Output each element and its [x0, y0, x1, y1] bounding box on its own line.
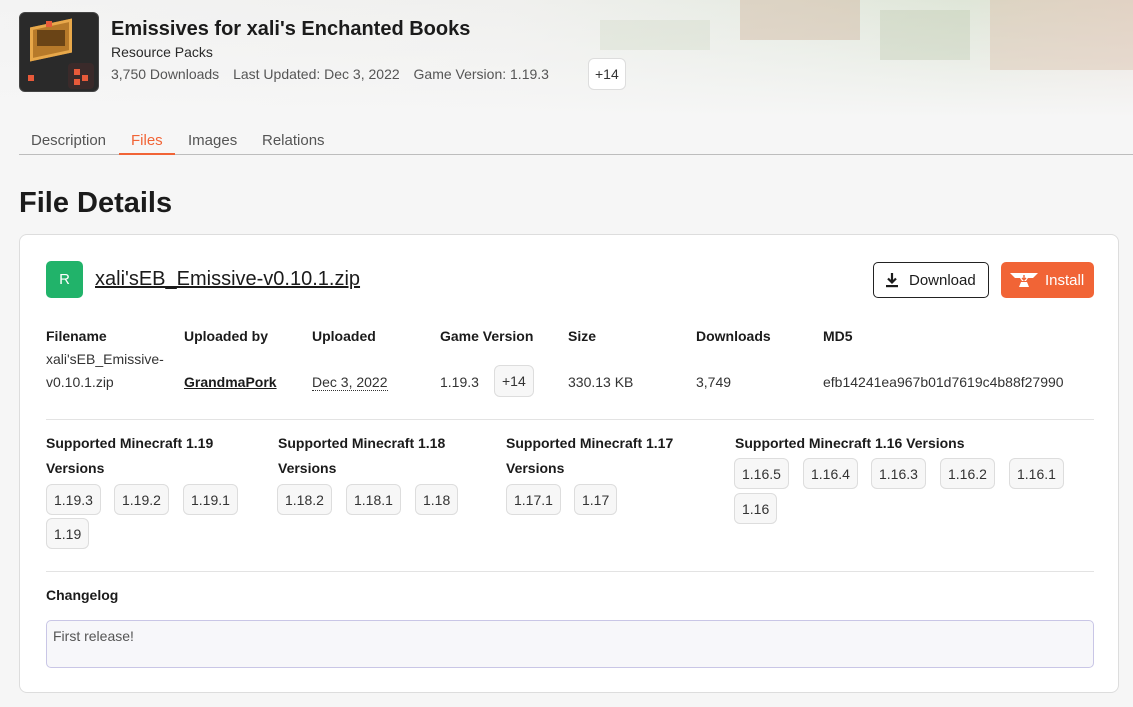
supported-119-title-line2: Versions — [46, 460, 105, 476]
version-tag[interactable]: 1.17.1 — [506, 484, 561, 515]
version-tag[interactable]: 1.16.3 — [871, 458, 926, 489]
tab-relations[interactable]: Relations — [262, 132, 325, 149]
value-filename-line1: xali'sEB_Emissive- — [46, 351, 164, 367]
supported-118-title-line2: Versions — [278, 460, 337, 476]
changelog-title: Changelog — [46, 587, 119, 603]
version-tag[interactable]: 1.16.1 — [1009, 458, 1064, 489]
version-tag[interactable]: 1.16.4 — [803, 458, 858, 489]
value-game-version: 1.19.3 — [440, 374, 479, 390]
value-size: 330.13 KB — [568, 374, 634, 390]
uploader-link[interactable]: GrandmaPork — [184, 374, 277, 390]
supported-117-title: Supported Minecraft 1.17 Versions — [506, 431, 673, 481]
tab-bar: Description Files Images Relations — [19, 128, 1133, 155]
supported-116-title: Supported Minecraft 1.16 Versions — [735, 431, 965, 456]
value-downloads: 3,749 — [696, 374, 732, 390]
game-version: Game Version: 1.19.3 — [413, 66, 549, 82]
supported-118-title: Supported Minecraft 1.18 Versions — [278, 431, 445, 481]
supported-119-title: Supported Minecraft 1.19 Versions — [46, 431, 213, 481]
tab-files[interactable]: Files — [131, 132, 163, 149]
supported-116-title-line1: Supported Minecraft 1.16 Versions — [735, 435, 965, 451]
file-more-versions-badge[interactable]: +14 — [494, 365, 534, 397]
version-tag[interactable]: 1.16.5 — [734, 458, 789, 489]
tab-description[interactable]: Description — [31, 132, 106, 149]
supported-117-title-line1: Supported Minecraft 1.17 — [506, 435, 674, 451]
header-uploaded-by: Uploaded by — [184, 328, 269, 344]
header-md5: MD5 — [823, 328, 853, 344]
page-title: File Details — [19, 187, 173, 219]
active-tab-indicator — [119, 153, 175, 155]
version-tag[interactable]: 1.16.2 — [940, 458, 995, 489]
header-game-version: Game Version — [440, 328, 534, 344]
last-updated: Last Updated: Dec 3, 2022 — [233, 66, 400, 82]
project-title: Emissives for xali's Enchanted Books — [111, 18, 471, 40]
file-name-link[interactable]: xali'sEB_Emissive-v0.10.1.zip — [95, 268, 360, 291]
project-avatar — [19, 12, 99, 92]
header-uploaded: Uploaded — [312, 328, 376, 344]
version-tag[interactable]: 1.17 — [574, 484, 618, 515]
version-tag[interactable]: 1.19.1 — [183, 484, 238, 515]
version-tag[interactable]: 1.19.3 — [46, 484, 101, 515]
version-tag[interactable]: 1.18.2 — [277, 484, 332, 515]
more-versions-badge[interactable]: +14 — [588, 58, 626, 90]
install-button[interactable]: Install — [1001, 262, 1094, 298]
supported-117-title-line2: Versions — [506, 460, 565, 476]
version-tag[interactable]: 1.16 — [734, 493, 778, 524]
header-downloads: Downloads — [696, 328, 771, 344]
download-button[interactable]: Download — [873, 262, 989, 298]
install-label: Install — [1045, 271, 1085, 289]
download-label: Download — [909, 271, 976, 289]
supported-119-title-line1: Supported Minecraft 1.19 — [46, 435, 214, 451]
value-filename-line2: v0.10.1.zip — [46, 374, 114, 390]
tab-images[interactable]: Images — [188, 132, 237, 149]
version-tag[interactable]: 1.19.2 — [114, 484, 169, 515]
version-tag[interactable]: 1.18 — [415, 484, 459, 515]
divider — [46, 571, 1094, 572]
release-type-badge: R — [46, 261, 83, 298]
divider — [46, 419, 1094, 420]
project-category[interactable]: Resource Packs — [111, 44, 213, 60]
file-details-card: R xali'sEB_Emissive-v0.10.1.zip Download… — [19, 234, 1119, 693]
supported-118-title-line1: Supported Minecraft 1.18 — [278, 435, 446, 451]
value-uploaded-date: Dec 3, 2022 — [312, 374, 388, 391]
version-tag[interactable]: 1.18.1 — [346, 484, 401, 515]
version-tag[interactable]: 1.19 — [46, 518, 90, 549]
changelog-text: First release! — [46, 620, 1094, 668]
download-icon — [886, 273, 898, 288]
header-size: Size — [568, 328, 597, 344]
project-meta: 3,750 Downloads Last Updated: Dec 3, 202… — [111, 66, 559, 82]
anvil-install-icon — [1010, 273, 1038, 287]
header-filename: Filename — [46, 328, 107, 344]
value-md5: efb14241ea967b01d7619c4b88f27990 — [823, 374, 1064, 390]
downloads-count: 3,750 Downloads — [111, 66, 220, 82]
